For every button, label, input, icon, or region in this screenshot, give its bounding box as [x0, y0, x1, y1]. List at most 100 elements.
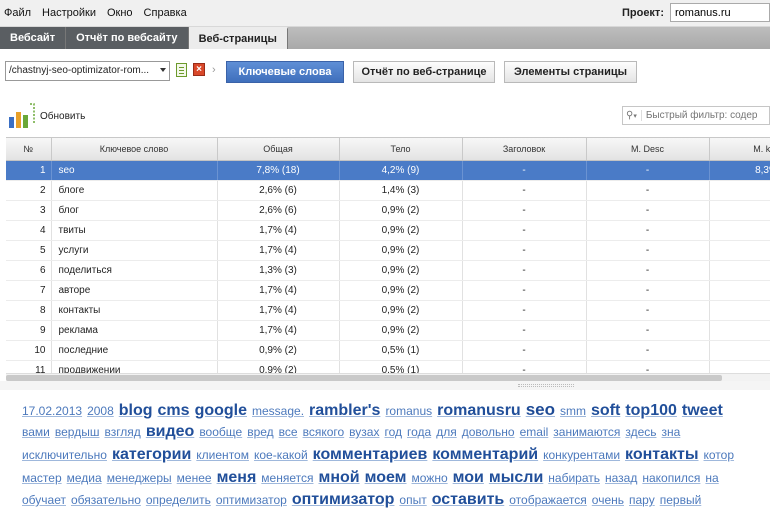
column-header-keyword[interactable]: Ключевое слово	[51, 138, 218, 161]
tag-link[interactable]: медиа	[67, 471, 102, 485]
tag-link[interactable]: пару	[629, 493, 655, 507]
splitter-grip[interactable]	[518, 384, 574, 387]
tag-link[interactable]: smm	[560, 404, 586, 418]
table-row[interactable]: 5 услуги 1,7% (4) 0,9% (2) - -	[6, 240, 770, 261]
tag-link[interactable]: год	[384, 425, 402, 439]
tag-link[interactable]: менее	[177, 471, 212, 485]
tag-link[interactable]: оставить	[432, 491, 505, 509]
menu-window[interactable]: Окно	[102, 7, 139, 19]
tag-link[interactable]: 17.02.2013	[22, 404, 82, 418]
tag-link[interactable]: набирать	[548, 471, 600, 485]
tab-web-pages[interactable]: Веб-страницы	[188, 27, 288, 49]
tag-link[interactable]: вами	[22, 425, 50, 439]
tag-link[interactable]: назад	[605, 471, 637, 485]
tag-link[interactable]: здесь	[625, 425, 656, 439]
tag-link[interactable]: конкурентами	[543, 448, 620, 462]
column-header-title[interactable]: Заголовок	[462, 138, 587, 161]
tag-link[interactable]: обучает	[22, 493, 66, 507]
tag-link[interactable]: котор	[704, 448, 735, 462]
project-input[interactable]	[670, 3, 770, 22]
keywords-button[interactable]: Ключевые слова	[226, 61, 344, 83]
tag-link[interactable]: мои	[453, 469, 484, 487]
tag-link[interactable]: всякого	[303, 425, 345, 439]
tag-link[interactable]: google	[195, 402, 247, 420]
tag-link[interactable]: первый	[660, 493, 702, 507]
tag-link[interactable]: исключительно	[22, 448, 107, 462]
tag-link[interactable]: комментариев	[313, 446, 428, 464]
tag-link[interactable]: накопился	[642, 471, 700, 485]
tag-link[interactable]: seo	[526, 400, 555, 420]
delete-icon[interactable]: ×	[193, 63, 205, 76]
page-elements-button[interactable]: Элементы страницы	[504, 61, 637, 83]
tag-link[interactable]: категории	[112, 446, 191, 464]
tag-link[interactable]: довольно	[462, 425, 515, 439]
tag-link[interactable]: комментарий	[432, 446, 538, 464]
tag-link[interactable]: мысли	[489, 469, 543, 487]
menu-help[interactable]: Справка	[139, 7, 193, 19]
refresh-chart-icon[interactable]	[8, 103, 36, 129]
tag-link[interactable]: romanusru	[437, 402, 521, 420]
tag-link[interactable]: cms	[158, 402, 190, 420]
table-row[interactable]: 11 продвижении 0,9% (2) 0,5% (1) - -	[6, 360, 770, 373]
tag-link[interactable]: мной	[318, 469, 359, 487]
tag-link[interactable]: romanus	[385, 404, 432, 418]
tag-link[interactable]: для	[436, 425, 457, 439]
tag-link[interactable]: вердыш	[55, 425, 100, 439]
tag-link[interactable]: моем	[365, 469, 407, 487]
tag-link[interactable]: определить	[146, 493, 211, 507]
tag-link[interactable]: soft	[591, 402, 620, 420]
table-row[interactable]: 8 контакты 1,7% (4) 0,9% (2) - -	[6, 300, 770, 321]
table-row[interactable]: 6 поделиться 1,3% (3) 0,9% (2) - -	[6, 260, 770, 281]
table-row[interactable]: 3 блог 2,6% (6) 0,9% (2) - -	[6, 200, 770, 221]
search-icon[interactable]: ⚲▾	[626, 110, 637, 121]
refresh-label[interactable]: Обновить	[40, 111, 85, 122]
tag-link[interactable]: очень	[592, 493, 624, 507]
page-report-button[interactable]: Отчёт по веб-странице	[353, 61, 495, 83]
tag-link[interactable]: tweet	[682, 402, 723, 420]
tag-link[interactable]: взгляд	[104, 425, 140, 439]
tag-link[interactable]: все	[279, 425, 298, 439]
menu-settings[interactable]: Настройки	[37, 7, 102, 19]
table-row[interactable]: 1seo7,8% (18)4,2% (9)--8,3%	[6, 160, 770, 181]
tag-link[interactable]: обязательно	[71, 493, 141, 507]
column-header-body[interactable]: Тело	[339, 138, 463, 161]
column-header-meta-desc[interactable]: M. Desc	[586, 138, 710, 161]
document-icon[interactable]	[176, 63, 187, 77]
table-row[interactable]: 4 твиты 1,7% (4) 0,9% (2) - -	[6, 220, 770, 241]
column-header-total[interactable]: Общая	[217, 138, 340, 161]
horizontal-scrollbar[interactable]	[6, 373, 770, 381]
tag-link[interactable]: оптимизатор	[216, 493, 287, 507]
tag-link[interactable]: вузах	[349, 425, 379, 439]
tag-link[interactable]: мастер	[22, 471, 62, 485]
tag-link[interactable]: зна	[662, 425, 681, 439]
tag-link[interactable]: 2008	[87, 404, 114, 418]
tag-link[interactable]: меняется	[261, 471, 313, 485]
tag-link[interactable]: опыт	[399, 493, 426, 507]
quick-filter-input[interactable]	[640, 110, 757, 121]
column-header-number[interactable]: №	[6, 138, 52, 161]
tag-link[interactable]: вред	[247, 425, 273, 439]
tag-link[interactable]: меня	[217, 469, 257, 487]
tag-link[interactable]: года	[407, 425, 431, 439]
column-header-meta-keywords[interactable]: M. key	[709, 138, 770, 161]
tag-link[interactable]: вообще	[199, 425, 242, 439]
tag-link[interactable]: менеджеры	[107, 471, 172, 485]
table-row[interactable]: 2 блоге 2,6% (6) 1,4% (3) - -	[6, 180, 770, 201]
table-row[interactable]: 10 последние 0,9% (2) 0,5% (1) - -	[6, 340, 770, 361]
tag-link[interactable]: message.	[252, 404, 304, 418]
tag-link[interactable]: клиентом	[196, 448, 249, 462]
tag-link[interactable]: email	[520, 425, 549, 439]
tag-link[interactable]: контакты	[625, 446, 698, 464]
panel-splitter[interactable]	[0, 381, 770, 390]
menu-file[interactable]: Файл	[0, 7, 37, 19]
tag-link[interactable]: rambler's	[309, 402, 380, 420]
tag-link[interactable]: top100	[625, 402, 677, 420]
tag-link[interactable]: можно	[412, 471, 448, 485]
tag-link[interactable]: видео	[146, 423, 195, 441]
tag-link[interactable]: blog	[119, 402, 153, 420]
table-row[interactable]: 9 реклама 1,7% (4) 0,9% (2) - -	[6, 320, 770, 341]
tag-link[interactable]: занимаются	[553, 425, 620, 439]
tag-link[interactable]: на	[705, 471, 718, 485]
tab-website-report[interactable]: Отчёт по вебсайту	[66, 27, 189, 49]
tag-link[interactable]: отображается	[509, 493, 587, 507]
